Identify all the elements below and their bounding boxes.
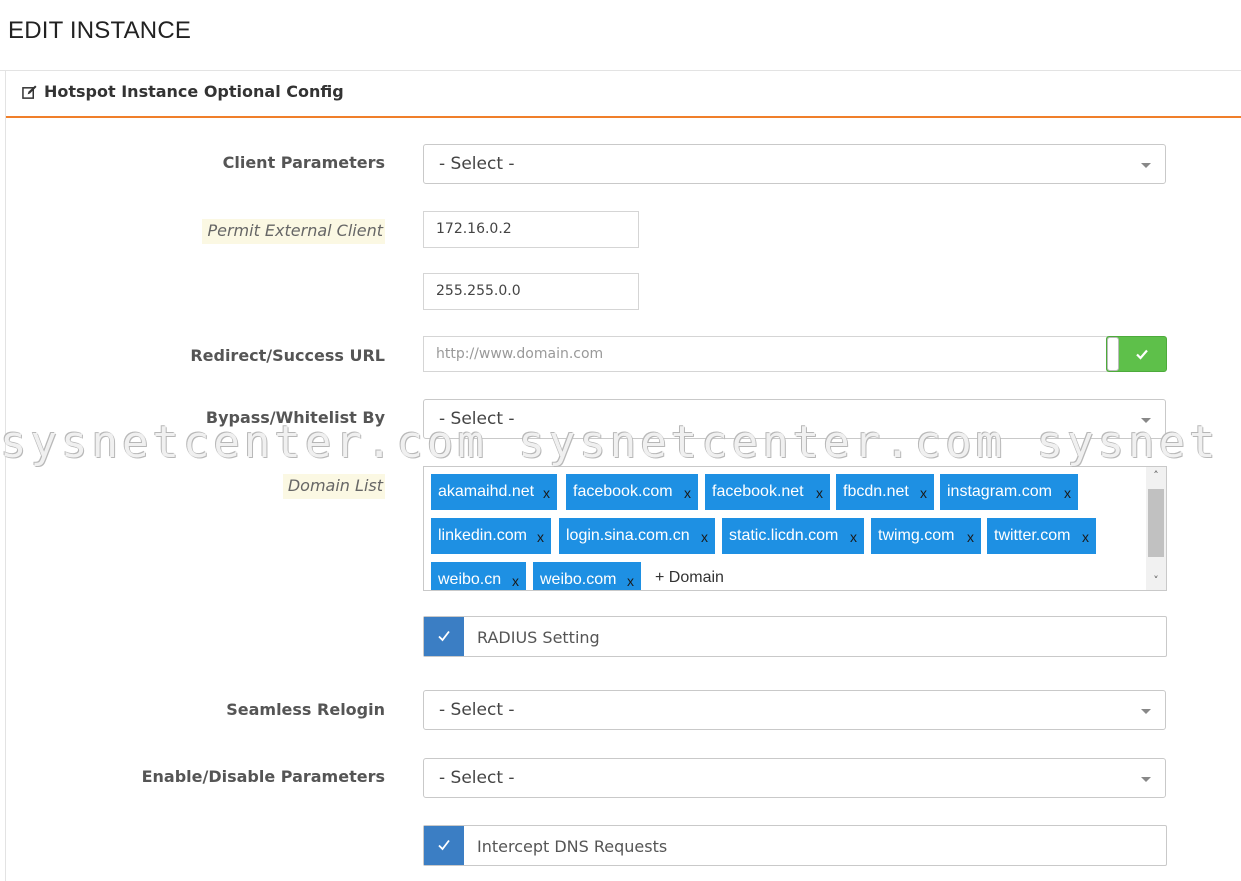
permit-ip-input[interactable]: 172.16.0.2 [423,211,639,248]
remove-icon[interactable]: x [967,519,974,555]
domain-tag[interactable]: fbcdn.net x [836,474,934,510]
page-title: EDIT INSTANCE [8,17,192,44]
client-parameters-select[interactable]: - Select - [423,144,1166,184]
toggle-knob [1107,337,1119,371]
remove-icon[interactable]: x [701,519,708,555]
panel-border [5,70,6,881]
remove-icon[interactable]: x [816,475,823,511]
scrollbar[interactable]: ˄ ˅ [1146,467,1166,590]
domain-tag[interactable]: weibo.cn x [431,562,526,590]
enable-disable-label: Enable/Disable Parameters [141,767,385,786]
panel-header: Hotspot Instance Optional Config [6,71,1241,118]
domain-list-label: Domain List [282,474,385,499]
permit-external-client-label: Permit External Client [202,219,385,244]
intercept-dns-label: Intercept DNS Requests [477,837,668,856]
select-value: - Select - [439,409,515,429]
domain-tag[interactable]: login.sina.com.cn x [559,518,715,554]
domain-tag[interactable]: weibo.com x [533,562,641,590]
add-domain-button[interactable]: + Domain [655,569,724,587]
radius-setting-checkbox[interactable]: RADIUS Setting [423,616,1167,657]
remove-icon[interactable]: x [1064,475,1071,511]
remove-icon[interactable]: x [920,475,927,511]
remove-icon[interactable]: x [684,475,691,511]
chevron-down-icon [1141,709,1151,714]
redirect-url-label: Redirect/Success URL [190,346,385,365]
chevron-down-icon [1141,163,1151,168]
checkmark-icon [438,839,450,851]
remove-icon[interactable]: x [543,475,550,511]
select-value: - Select - [439,768,515,788]
chevron-down-icon [1141,777,1151,782]
checkbox-box [424,826,464,865]
checkmark-icon [438,630,450,642]
panel-title: Hotspot Instance Optional Config [44,82,344,101]
domain-tag[interactable]: linkedin.com x [431,518,551,554]
scrollbar-thumb[interactable] [1148,489,1164,557]
redirect-url-input[interactable]: http://www.domain.com [423,336,1108,372]
remove-icon[interactable]: x [627,563,634,590]
remove-icon[interactable]: x [850,519,857,555]
permit-mask-input[interactable]: 255.255.0.0 [423,273,639,310]
domain-tag[interactable]: facebook.net x [705,474,830,510]
domain-tag[interactable]: twitter.com x [987,518,1096,554]
remove-icon[interactable]: x [512,563,519,590]
remove-icon[interactable]: x [1082,519,1089,555]
select-value: - Select - [439,154,515,174]
radius-setting-label: RADIUS Setting [477,628,600,647]
intercept-dns-checkbox[interactable]: Intercept DNS Requests [423,825,1167,866]
domain-tag[interactable]: static.licdn.com x [722,518,864,554]
bypass-whitelist-select[interactable]: - Select - [423,399,1166,439]
seamless-relogin-label: Seamless Relogin [226,700,385,719]
checkbox-box [424,617,464,656]
domain-tag[interactable]: facebook.com x [566,474,698,510]
check-icon [1136,349,1148,360]
redirect-url-toggle[interactable] [1106,336,1167,372]
edit-icon [22,85,37,99]
domain-tag[interactable]: akamaihd.net x [431,474,557,510]
scroll-up-icon[interactable]: ˄ [1146,467,1166,485]
domain-tag[interactable]: instagram.com x [940,474,1078,510]
select-value: - Select - [439,700,515,720]
bypass-whitelist-label: Bypass/Whitelist By [205,408,385,427]
chevron-down-icon [1141,418,1151,423]
client-parameters-label: Client Parameters [222,153,385,172]
domain-tag-input[interactable]: akamaihd.net x facebook.com x facebook.net… [423,466,1167,591]
scroll-down-icon[interactable]: ˅ [1146,572,1166,590]
remove-icon[interactable]: x [537,519,544,555]
domain-tag[interactable]: twimg.com x [871,518,981,554]
enable-disable-select[interactable]: - Select - [423,758,1166,798]
seamless-relogin-select[interactable]: - Select - [423,690,1166,730]
